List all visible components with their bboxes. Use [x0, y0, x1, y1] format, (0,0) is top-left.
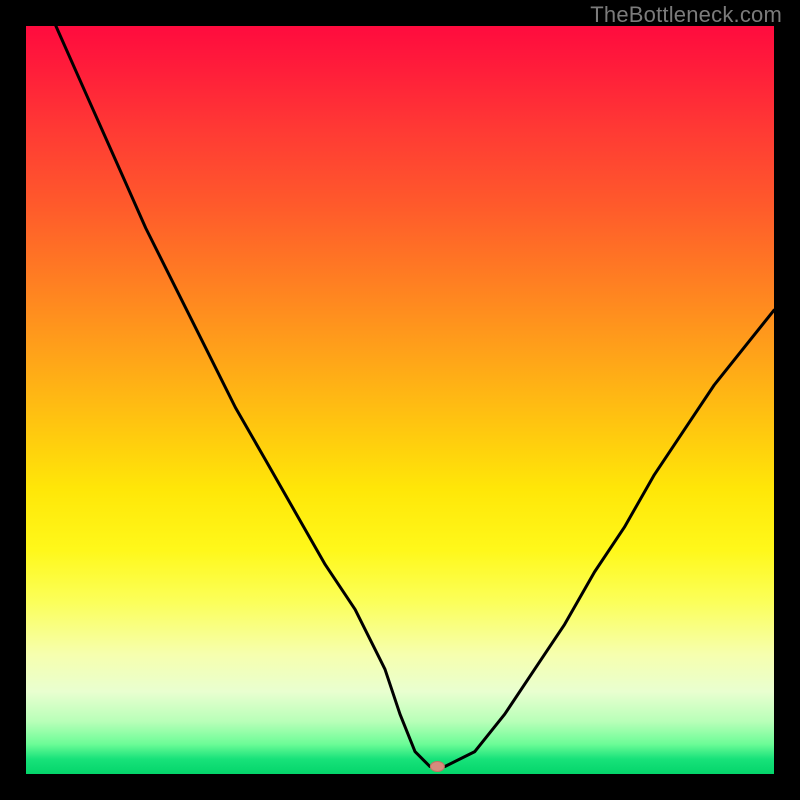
current-point-marker [430, 762, 444, 772]
chart-frame: TheBottleneck.com [0, 0, 800, 800]
plot-area [26, 26, 774, 774]
bottleneck-curve [26, 26, 774, 774]
watermark-text: TheBottleneck.com [590, 2, 782, 28]
